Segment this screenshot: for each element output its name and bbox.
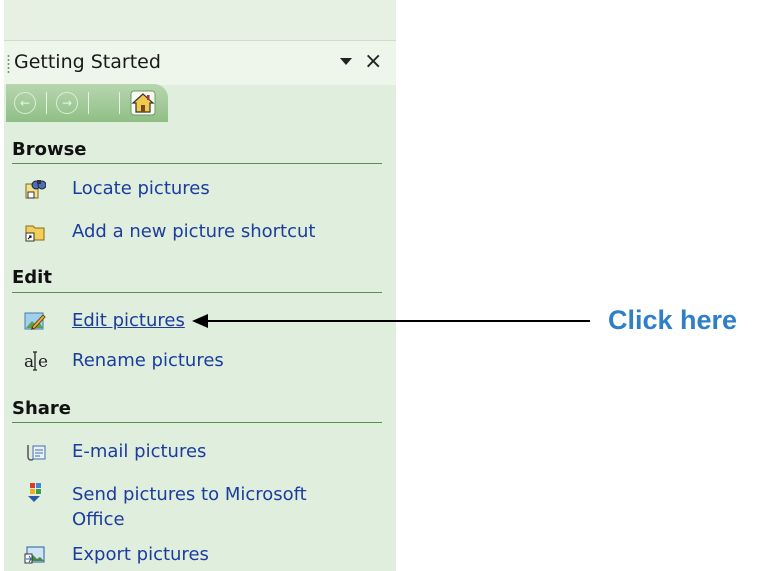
svg-text:a: a — [24, 352, 34, 372]
section-title-browse: Browse — [12, 139, 87, 160]
email-attachment-icon — [27, 445, 46, 461]
back-arrow-icon: ← — [14, 92, 36, 114]
screenshot-stage: Getting Started × ← → Browse Locate pict… — [0, 0, 763, 571]
close-pane-button[interactable]: × — [364, 49, 382, 75]
section-title-edit: Edit — [12, 267, 52, 288]
section-title-share: Share — [12, 398, 72, 419]
section-divider — [12, 163, 382, 164]
section-divider — [12, 422, 382, 423]
section-divider — [12, 292, 382, 293]
task-label: Export pictures — [72, 544, 209, 565]
task-label: Send pictures to Microsoft Office — [72, 484, 307, 530]
nav-separator — [46, 92, 47, 114]
annotation-callout: Click here — [608, 305, 738, 335]
annotation-arrow-line — [205, 320, 590, 322]
rename-icon: a e — [24, 351, 48, 372]
edit-picture-icon — [24, 312, 46, 330]
pane-menu-dropdown-icon[interactable] — [340, 58, 352, 65]
forward-button[interactable]: → — [54, 90, 80, 116]
task-label: E-mail pictures — [72, 441, 207, 462]
task-label: Edit pictures — [72, 310, 185, 331]
task-label: Locate pictures — [72, 178, 210, 199]
pane-body: Browse Locate pictures Add a new picture… — [4, 122, 396, 571]
back-button[interactable]: ← — [12, 90, 38, 116]
binoculars-icon — [25, 180, 46, 199]
task-label: Rename pictures — [72, 350, 224, 371]
pane-header: Getting Started × — [4, 40, 396, 85]
navigation-bar: ← → — [6, 84, 168, 122]
task-pane: Getting Started × ← → Browse Locate pict… — [4, 0, 396, 571]
office-icon — [28, 483, 41, 502]
home-button[interactable] — [130, 90, 156, 116]
pane-title: Getting Started — [14, 51, 161, 73]
home-icon — [130, 90, 156, 116]
pane-top-strip — [4, 0, 396, 40]
export-picture-icon — [24, 546, 45, 564]
task-label: Add a new picture shortcut — [72, 221, 316, 242]
nav-separator — [119, 92, 120, 114]
svg-text:e: e — [38, 352, 48, 372]
grip-handle[interactable] — [7, 54, 10, 74]
folder-shortcut-icon — [25, 225, 45, 242]
nav-separator — [88, 92, 89, 114]
forward-arrow-icon: → — [56, 92, 78, 114]
